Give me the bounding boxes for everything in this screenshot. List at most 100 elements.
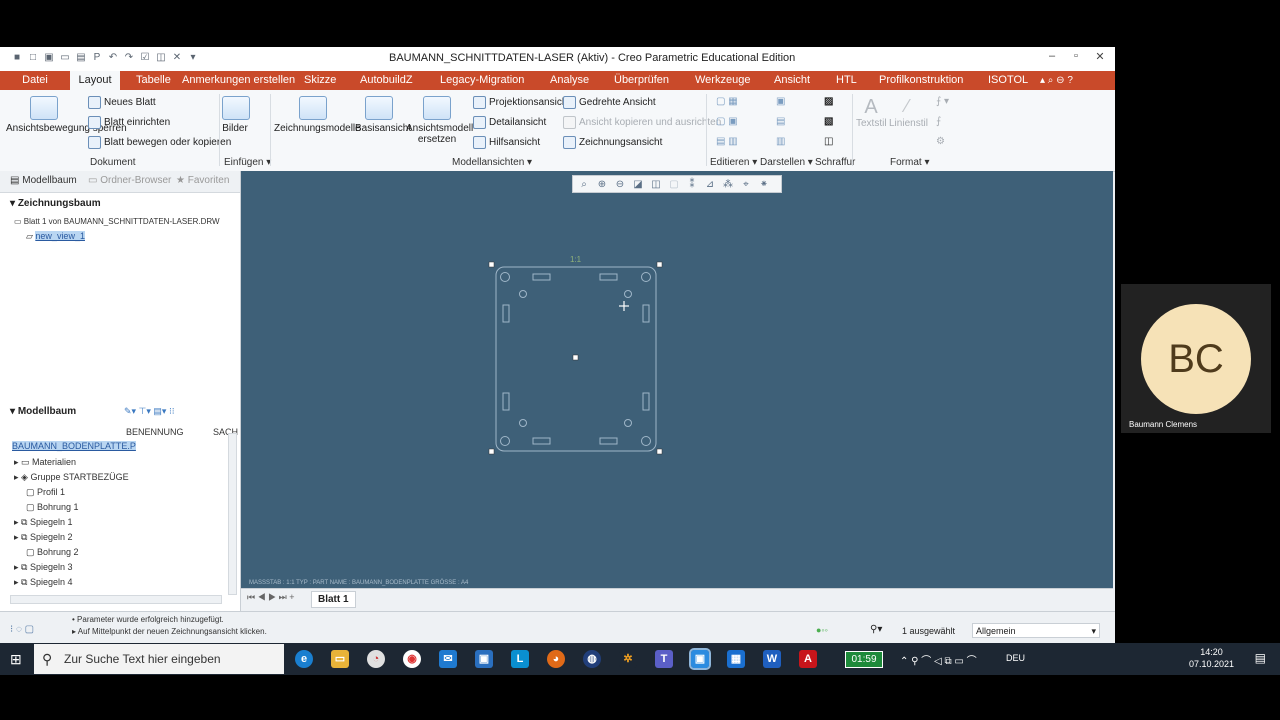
- tree-item-spiegeln-1[interactable]: ▸ ⧉ Spiegeln 1: [14, 517, 73, 528]
- format-tools-icon[interactable]: ⨍: [936, 116, 941, 127]
- new-icon[interactable]: □: [26, 51, 40, 65]
- regenerate-icon[interactable]: ☑: [138, 51, 152, 65]
- sheet-nav-icons[interactable]: ⏮ ◀ ▶ ⏭ +: [247, 592, 295, 603]
- ansichtsmodell-ersetzen-button[interactable]: Ansichtsmodell ersetzen: [406, 96, 473, 145]
- repaint-icon[interactable]: ◪: [631, 179, 645, 190]
- tab-isotol[interactable]: ISOTOL: [986, 71, 1030, 90]
- linienstil-button[interactable]: ⁄ Linienstil: [889, 96, 928, 129]
- tree-item-materialien[interactable]: ▸ ▭ Materialien: [14, 457, 76, 468]
- group-einfuegen[interactable]: Einfügen ▾: [224, 157, 271, 168]
- explorer-icon[interactable]: ▭: [331, 650, 349, 668]
- projektionsansicht-button[interactable]: Projektionsansicht: [473, 96, 570, 109]
- tree-item-gruppe[interactable]: ▸ ◈ Gruppe STARTBEZÜGE: [14, 472, 129, 483]
- minimize-icon[interactable]: –: [1045, 50, 1059, 66]
- taskbar-clock[interactable]: 14:20 07.10.2021: [1189, 646, 1234, 670]
- selection-handle[interactable]: [488, 448, 495, 455]
- save-icon[interactable]: ▣: [42, 51, 56, 65]
- model-root-item[interactable]: BAUMANN_BODENPLATTE.P: [12, 441, 136, 451]
- col-benennung[interactable]: BENENNUNG: [126, 427, 184, 437]
- taskbar-search[interactable]: ⚲ Zur Suche Text hier eingeben: [34, 644, 284, 674]
- blatt-bewegen-button[interactable]: Blatt bewegen oder kopieren: [88, 136, 231, 149]
- mail-icon[interactable]: ✉: [439, 650, 457, 668]
- drawing-view[interactable]: [486, 261, 666, 461]
- edit-tools-icon[interactable]: ▤ ▥: [716, 136, 738, 147]
- hilfsansicht-button[interactable]: Hilfsansicht: [473, 136, 540, 149]
- language-indicator[interactable]: DEU: [1006, 653, 1025, 663]
- tree-item-bohrung-1[interactable]: ▢ Bohrung 1: [26, 502, 79, 513]
- edge-icon[interactable]: e: [295, 650, 313, 668]
- edit-tools-icon[interactable]: ▢ ▣: [716, 116, 738, 127]
- ansicht-kopieren-button[interactable]: Ansicht kopieren und ausrichten: [563, 116, 721, 129]
- zeichnungsansicht-button[interactable]: Zeichnungsansicht: [563, 136, 662, 149]
- ribbon-help-icons[interactable]: ▴ ⌕ ⊖ ?: [1038, 71, 1075, 90]
- tab-layout[interactable]: Layout: [70, 71, 120, 90]
- tab-tabelle[interactable]: Tabelle: [134, 71, 173, 90]
- redo-icon[interactable]: ↷: [122, 51, 136, 65]
- horizontal-scrollbar[interactable]: [10, 595, 222, 604]
- selection-handle[interactable]: [488, 261, 495, 268]
- display-icon[interactable]: ▤: [776, 116, 785, 127]
- pdf-icon[interactable]: P: [90, 51, 104, 65]
- creo-icon[interactable]: ▣: [689, 648, 711, 670]
- display-icon[interactable]: ▣: [776, 96, 785, 107]
- maximize-icon[interactable]: ▫: [1069, 50, 1083, 66]
- tree-item-spiegeln-3[interactable]: ▸ ⧉ Spiegeln 3: [14, 562, 73, 573]
- butterfly-icon[interactable]: ✲: [619, 650, 637, 668]
- selection-filter[interactable]: Allgemein ▾: [972, 623, 1100, 638]
- notification-icon[interactable]: ▤: [1255, 651, 1266, 665]
- tab-legacy-migration[interactable]: Legacy-Migration: [438, 71, 526, 90]
- selection-handle[interactable]: [656, 448, 663, 455]
- app-icon-circle[interactable]: ◔: [367, 650, 385, 668]
- find-icon[interactable]: ⚲▾: [870, 624, 882, 635]
- format-tools-icon[interactable]: ⚙: [936, 136, 945, 147]
- tab-profilkonstruktion[interactable]: Profilkonstruktion: [877, 71, 965, 90]
- selection-handle[interactable]: [656, 261, 663, 268]
- tree-item-profil[interactable]: ▢ Profil 1: [26, 487, 65, 498]
- axis-display-icon[interactable]: ⊿: [703, 179, 717, 190]
- modellbaum-tools[interactable]: ✎▾ ⊤▾ ▤▾ ⁝⁝: [124, 406, 175, 417]
- format-tools-icon[interactable]: ⨍ ▾: [936, 96, 949, 107]
- tree-item-spiegeln-4[interactable]: ▸ ⧉ Spiegeln 4: [14, 577, 73, 588]
- neues-blatt-button[interactable]: Neues Blatt: [88, 96, 156, 109]
- tab-autobuildz[interactable]: AutobuildZ: [358, 71, 415, 90]
- tree-item-spiegeln-2[interactable]: ▸ ⧉ Spiegeln 2: [14, 532, 73, 543]
- zoom-in-icon[interactable]: ⊕: [595, 179, 609, 190]
- tab-ueberpruefen[interactable]: Überprüfen: [612, 71, 671, 90]
- textstil-button[interactable]: A Textstil: [856, 96, 887, 129]
- tray-icons[interactable]: ⌃ ⚲ ⌒ ◁ ⧉ ▭ ⌒: [900, 652, 977, 667]
- drawing-canvas[interactable]: ⌕ ⊕ ⊖ ◪ ◫ ▢ ⁑ ⊿ ⁂ ⌖ ⁕ 1:1 MASSSTAB: 1:1…: [241, 171, 1113, 588]
- blatt-tree-item[interactable]: ▭ Blatt 1 von BAUMANN_SCHNITTDATEN-LASER…: [14, 217, 220, 226]
- disabled-tool-icon[interactable]: ▢: [667, 179, 681, 190]
- word-icon[interactable]: W: [763, 650, 781, 668]
- windows-start-icon[interactable]: ⊞: [10, 651, 22, 668]
- l-app-icon[interactable]: L: [511, 650, 529, 668]
- group-darstellen[interactable]: Darstellen ▾: [760, 157, 813, 168]
- tab-htl[interactable]: HTL: [834, 71, 859, 90]
- display-icon[interactable]: ▥: [776, 136, 785, 147]
- point-display-icon[interactable]: ⁂: [721, 179, 735, 190]
- spin-center-icon[interactable]: ⁕: [757, 179, 771, 190]
- gedrehte-ansicht-button[interactable]: Gedrehte Ansicht: [563, 96, 656, 109]
- ansichtsbewegung-sperren-button[interactable]: Ansichtsbewegung sperren: [6, 96, 127, 134]
- store-icon[interactable]: ▣: [475, 650, 493, 668]
- blatt-einrichten-button[interactable]: Blatt einrichten: [88, 116, 170, 129]
- csys-display-icon[interactable]: ⌖: [739, 179, 753, 190]
- zeichnungsmodelle-button[interactable]: Zeichnungsmodelle: [274, 96, 361, 134]
- group-editieren[interactable]: Editieren ▾: [710, 157, 757, 168]
- zeichnungsbaum-header[interactable]: ▾ Zeichnungsbaum: [10, 198, 101, 209]
- tab-ansicht[interactable]: Ansicht: [772, 71, 812, 90]
- open-icon[interactable]: ▭: [58, 51, 72, 65]
- group-format[interactable]: Format ▾: [890, 157, 929, 168]
- vpn-icon[interactable]: ◍: [583, 650, 601, 668]
- zoom-out-icon[interactable]: ⊖: [613, 179, 627, 190]
- tab-favoriten[interactable]: ★ Favoriten: [176, 175, 229, 186]
- timer-badge[interactable]: 01:59: [845, 651, 883, 668]
- basisansicht-button[interactable]: Basisansicht: [355, 96, 411, 134]
- view-tree-item[interactable]: ▱ new_view_1: [26, 231, 85, 242]
- tab-skizze[interactable]: Skizze: [302, 71, 338, 90]
- close-window-icon[interactable]: ✕: [170, 51, 184, 65]
- print-icon[interactable]: ▤: [74, 51, 88, 65]
- tab-ordner-browser[interactable]: ▭ Ordner-Browser: [88, 175, 171, 186]
- window-icon[interactable]: ◫: [154, 51, 168, 65]
- tab-modellbaum[interactable]: ▤ Modellbaum: [10, 175, 77, 186]
